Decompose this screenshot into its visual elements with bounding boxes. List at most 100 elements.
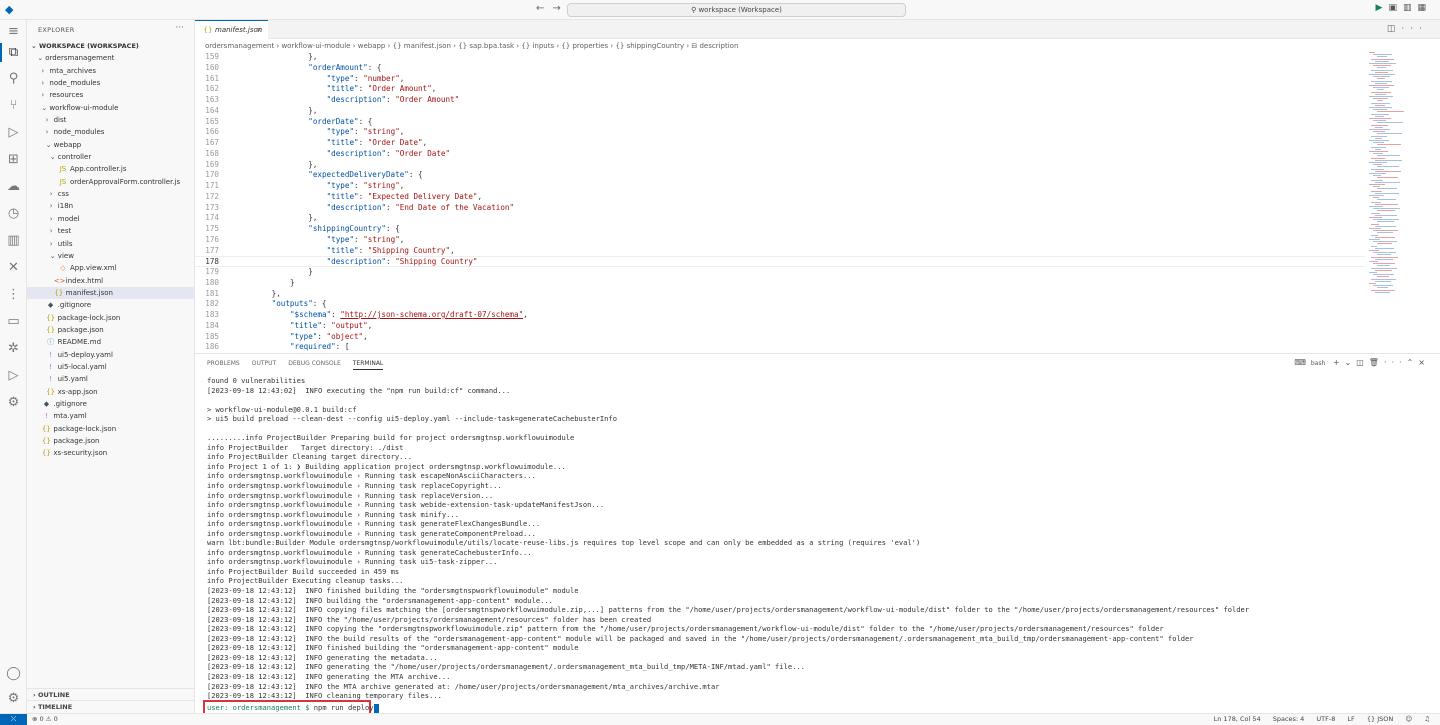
- tree-item[interactable]: <>index.html: [27, 275, 195, 287]
- code-line[interactable]: 180}: [195, 278, 1365, 289]
- tree-item[interactable]: {} xs-app.json: [27, 386, 195, 398]
- tab-manifest-json[interactable]: {} manifest.json ×: [195, 20, 268, 39]
- code-line[interactable]: 184 "title": "output",: [195, 321, 1365, 332]
- source-control-icon[interactable]: ⑂: [4, 96, 23, 115]
- run-debug-icon[interactable]: ▷: [4, 123, 23, 142]
- tree-item[interactable]: {} package-lock.json: [27, 312, 195, 324]
- maximize-icon[interactable]: ⌃: [1407, 358, 1419, 367]
- code-line[interactable]: 176 "type": "string",: [195, 235, 1365, 246]
- shell-label[interactable]: bash: [1311, 360, 1325, 367]
- tab-terminal[interactable]: TERMINAL: [352, 360, 384, 370]
- tree-item[interactable]: {} package-lock.json: [27, 423, 195, 435]
- more-actions-icon[interactable]: ···: [1401, 24, 1428, 34]
- tree-item[interactable]: › node_modules: [27, 77, 195, 89]
- tree-item[interactable]: ◆ .gitignore: [27, 299, 195, 311]
- command-center[interactable]: ⚲ workspace (Workspace): [567, 3, 906, 17]
- tree-item[interactable]: ! ui5.yaml: [27, 373, 195, 385]
- tree-item[interactable]: ⓘ README.md: [27, 336, 195, 348]
- code-line[interactable]: 163 "description": "Order Amount": [195, 95, 1365, 106]
- tools-icon[interactable]: ✕: [4, 258, 23, 277]
- end-of-line[interactable]: LF: [1347, 715, 1354, 723]
- code-line[interactable]: 166 "type": "string",: [195, 127, 1365, 138]
- code-line[interactable]: 165 "orderDate": {: [195, 117, 1365, 128]
- terminal-output[interactable]: found 0 vulnerabilities [2023-09-18 12:43…: [207, 376, 1432, 701]
- tree-item[interactable]: › test: [27, 225, 195, 237]
- trash-icon[interactable]: 🗑: [1369, 358, 1384, 367]
- code-line[interactable]: 178 "description": "Shipping Country": [195, 256, 1365, 267]
- api-icon[interactable]: ▭: [4, 312, 23, 331]
- more-actions-icon[interactable]: ···: [175, 23, 184, 33]
- tree-item[interactable]: › dist: [27, 114, 195, 126]
- code-line[interactable]: 181},: [195, 289, 1365, 300]
- code-line[interactable]: 173 "description": "End Date of the Vacat…: [195, 203, 1365, 214]
- tree-item[interactable]: ⌄ view: [27, 250, 195, 262]
- play-icon[interactable]: ▷: [4, 366, 23, 385]
- tree-item[interactable]: JS orderApprovalForm.controller.js: [27, 176, 195, 188]
- add-terminal-icon[interactable]: +: [1333, 358, 1345, 367]
- code-line[interactable]: 168 "description": "Order Date": [195, 149, 1365, 160]
- code-line[interactable]: 171 "type": "string",: [195, 181, 1365, 192]
- tree-item[interactable]: ! ui5-local.yaml: [27, 361, 195, 373]
- back-arrow-icon[interactable]: ←: [536, 3, 552, 14]
- code-line[interactable]: 160 "orderAmount": {: [195, 63, 1365, 74]
- remote-icon[interactable]: ⤫: [0, 714, 27, 725]
- code-line[interactable]: 179}: [195, 267, 1365, 278]
- tree-item[interactable]: {} package.json: [27, 435, 195, 447]
- tree-item[interactable]: › css: [27, 188, 195, 200]
- code-line[interactable]: 159},: [195, 52, 1365, 63]
- tree-item[interactable]: › node_modules: [27, 126, 195, 138]
- layout-icon[interactable]: ▥: [1403, 3, 1418, 13]
- code-line[interactable]: 182 "outputs": {: [195, 299, 1365, 310]
- breadcrumb[interactable]: ordersmanagement › workflow-ui-module › …: [205, 40, 738, 52]
- feedback-icon[interactable]: ☺: [1405, 715, 1412, 723]
- customize-layout-icon[interactable]: ▦: [1417, 3, 1432, 13]
- code-line[interactable]: 183 "$schema": "http://json-schema.org/dr…: [195, 310, 1365, 321]
- problems-indicator[interactable]: ⊗ 0 ⚠ 0: [32, 714, 58, 725]
- code-line[interactable]: 161 "type": "number",: [195, 74, 1365, 85]
- toggle-panel-icon[interactable]: ▣: [1388, 3, 1403, 13]
- language-mode[interactable]: {} JSON: [1367, 715, 1393, 723]
- tree-item[interactable]: ⌄ workflow-ui-module: [27, 102, 195, 114]
- search-icon[interactable]: ⚲: [4, 69, 23, 88]
- code-line[interactable]: 164},: [195, 106, 1365, 117]
- timeline-section[interactable]: › TIMELINE: [27, 700, 195, 712]
- code-line[interactable]: 172 "title": "Expected Delivery Date",: [195, 192, 1365, 203]
- code-line[interactable]: 177 "title": "Shipping Country",: [195, 246, 1365, 257]
- library-icon[interactable]: ▥: [4, 231, 23, 250]
- tree-item[interactable]: › utils: [27, 238, 195, 250]
- tree-item[interactable]: ⌄ controller: [27, 151, 195, 163]
- close-icon[interactable]: ×: [1418, 358, 1430, 367]
- bell-icon[interactable]: ♫: [1424, 715, 1430, 723]
- tree-item[interactable]: › resources: [27, 89, 195, 101]
- tree-item[interactable]: ! mta.yaml: [27, 410, 195, 422]
- minimap[interactable]: [1367, 52, 1427, 293]
- tree-item[interactable]: JS App.controller.js: [27, 163, 195, 175]
- tree-item[interactable]: ◇ App.view.xml: [27, 262, 195, 274]
- gear-icon[interactable]: ⚙: [4, 689, 23, 708]
- code-editor[interactable]: 159}, 160 "orderAmount": {161 "type": "numb…: [195, 52, 1365, 353]
- tree-item[interactable]: {} package.json: [27, 324, 195, 336]
- tree-item[interactable]: › i18n: [27, 200, 195, 212]
- code-line[interactable]: 175 "shippingCountry": {: [195, 224, 1365, 235]
- split-editor-icon[interactable]: ◫: [1387, 24, 1402, 34]
- tree-item[interactable]: {} manifest.json: [27, 286, 195, 300]
- cursor-position[interactable]: Ln 178, Col 54: [1214, 715, 1261, 723]
- code-line[interactable]: 169},: [195, 160, 1365, 171]
- more-actions-icon[interactable]: ···: [1384, 358, 1407, 367]
- code-line[interactable]: 174},: [195, 213, 1365, 224]
- explorer-icon[interactable]: ⧉: [0, 43, 23, 62]
- tab-problems[interactable]: PROBLEMS: [207, 360, 240, 367]
- graph-icon[interactable]: ⋮: [4, 285, 23, 304]
- indentation[interactable]: Spaces: 4: [1273, 715, 1305, 723]
- cloud-icon[interactable]: ☁: [4, 177, 23, 196]
- extensions-icon[interactable]: ⊞: [4, 150, 23, 169]
- debug-icon[interactable]: ⚙: [4, 393, 23, 412]
- menu-icon[interactable]: ≡: [4, 22, 23, 41]
- account-icon[interactable]: ◯: [4, 664, 23, 683]
- tree-item[interactable]: › mta_archives: [27, 65, 195, 77]
- run-icon[interactable]: ▶: [1376, 3, 1389, 13]
- split-terminal-icon[interactable]: ◫: [1356, 358, 1369, 367]
- timeline-icon[interactable]: ◷: [4, 204, 23, 223]
- outline-section[interactable]: › OUTLINE: [27, 688, 195, 700]
- tree-item[interactable]: {} xs-security.json: [27, 447, 195, 459]
